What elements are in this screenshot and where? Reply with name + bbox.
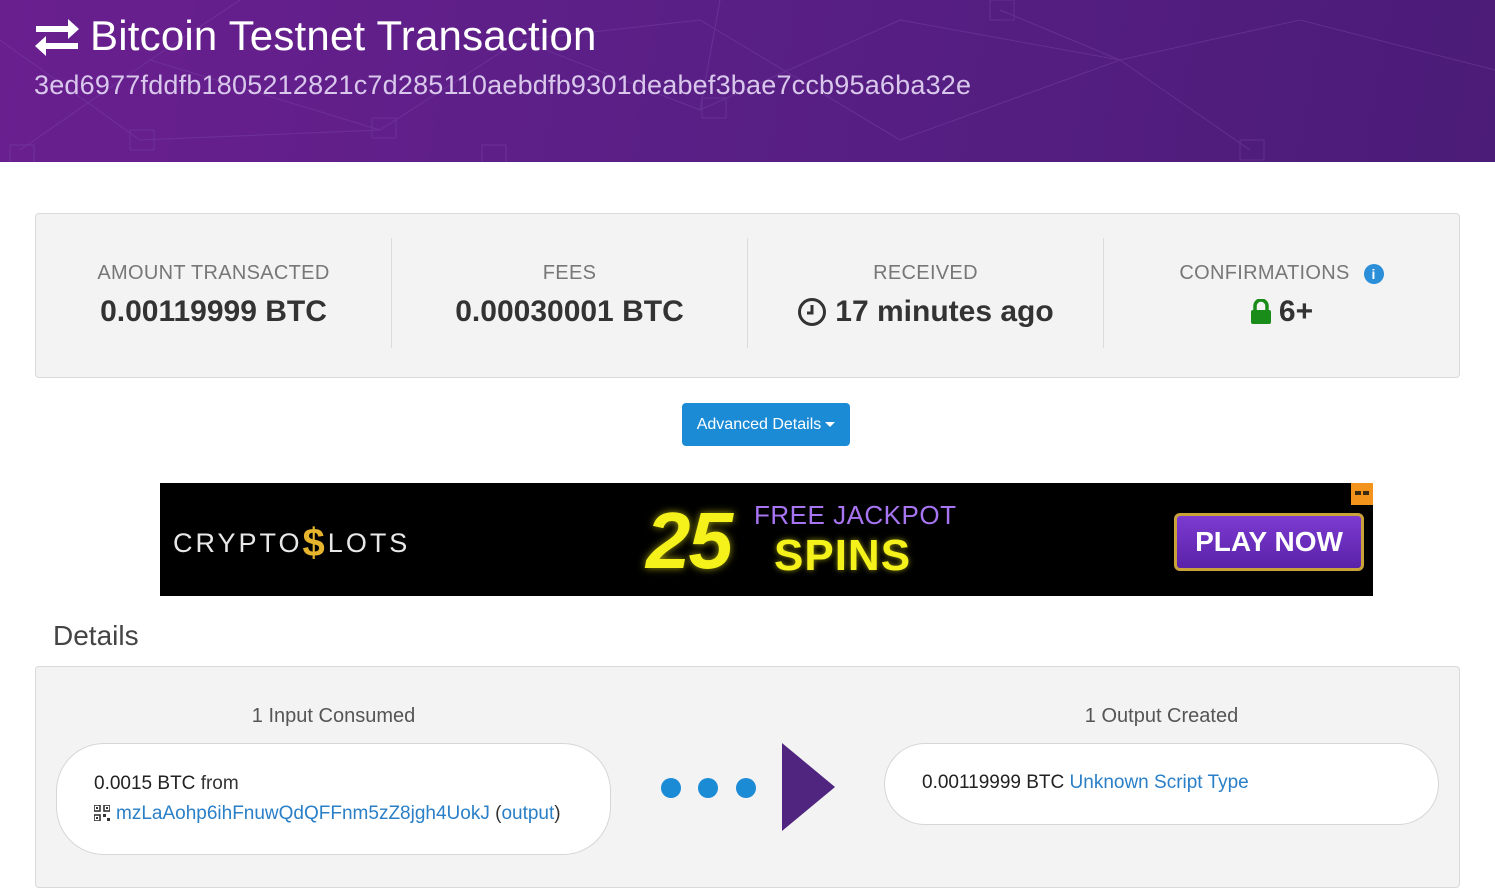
output-item: 0.00119999 BTC Unknown Script Type [884,743,1439,825]
advanced-details-button[interactable]: Advanced Details [682,403,850,446]
page-title: Bitcoin Testnet Transaction [90,12,597,59]
input-address-link[interactable]: mzLaAohp6ihFnuwQdQFFnm5zZ8jgh4UokJ [116,803,490,824]
qr-code-icon[interactable] [94,805,110,821]
fees-label: FEES [542,262,597,284]
received-value-row: 17 minutes ago [748,295,1103,329]
confirmations-stat: CONFIRMATIONS i 6+ [1104,238,1459,348]
received-label: RECEIVED [873,262,978,284]
input-amount-row: 0.0015 BTC from [94,773,239,795]
ad-choices-glyph [1355,491,1369,495]
flow-arrow-icon [782,743,835,831]
details-heading: Details [53,620,139,651]
flow-dot [698,778,718,798]
confirmations-label-row: CONFIRMATIONS i [1104,262,1459,285]
info-icon[interactable]: i [1363,263,1384,284]
ad-brand-text-2: LOTS [327,528,411,558]
ad-banner[interactable]: CRYPTO$LOTS 25 FREE JACKPOT SPINS PLAY N… [160,483,1373,596]
exchange-arrows-icon [35,19,79,56]
transaction-hash: 3ed6977fddfb1805212821c7d285110aebdfb930… [34,70,972,100]
outputs-heading: 1 Output Created [1084,705,1239,727]
title-row: Bitcoin Testnet Transaction [34,12,597,60]
amount-value: 0.00119999 BTC [100,295,327,328]
ad-number: 25 [646,496,733,585]
input-amount: 0.0015 BTC [94,773,196,794]
output-amount-row: 0.00119999 BTC Unknown Script Type [922,772,1249,794]
ad-headline: FREE JACKPOT [754,500,957,530]
confirmations-value: 6+ [1278,295,1314,328]
ad-subheadline: SPINS [774,531,912,580]
ad-choices-icon[interactable] [1351,483,1373,505]
confirmations-value-row: 6+ [1104,295,1459,329]
confirmations-label: CONFIRMATIONS [1179,262,1350,284]
output-script-type-link[interactable]: Unknown Script Type [1070,772,1249,793]
ad-brand-logo: CRYPTO$LOTS [173,521,410,566]
ad-brand-text: CRYPTO [173,528,303,558]
advanced-details-label: Advanced Details [696,415,822,433]
input-output-link[interactable]: output [501,803,554,824]
fees-value: 0.00030001 BTC [455,295,684,328]
input-from-text: from [200,773,239,794]
received-value: 17 minutes ago [835,295,1054,328]
ad-play-now-button[interactable]: PLAY NOW [1174,513,1364,571]
amount-stat: AMOUNT TRANSACTED 0.00119999 BTC [36,238,391,348]
input-item: 0.0015 BTC from mzLaAohp6ihFnuwQdQFFnm5z… [56,743,611,855]
inputs-heading: 1 Input Consumed [251,705,416,727]
input-address-row: mzLaAohp6ihFnuwQdQFFnm5zZ8jgh4UokJ (outp… [94,803,561,825]
received-stat: RECEIVED 17 minutes ago [748,238,1103,348]
flow-dot [661,778,681,798]
fees-stat: FEES 0.00030001 BTC [392,238,747,348]
caret-down-icon [825,422,836,427]
clock-icon [798,298,827,326]
ad-brand-dollar: $ [302,521,328,565]
amount-label: AMOUNT TRANSACTED [97,262,330,284]
lock-icon [1250,299,1271,324]
transaction-summary-panel: AMOUNT TRANSACTED 0.00119999 BTC FEES 0.… [35,213,1460,378]
output-amount: 0.00119999 BTC [922,772,1065,793]
flow-dot [736,778,756,798]
page-header: Bitcoin Testnet Transaction 3ed6977fddfb… [0,0,1495,162]
details-panel: 1 Input Consumed 1 Output Created 0.0015… [35,666,1460,888]
